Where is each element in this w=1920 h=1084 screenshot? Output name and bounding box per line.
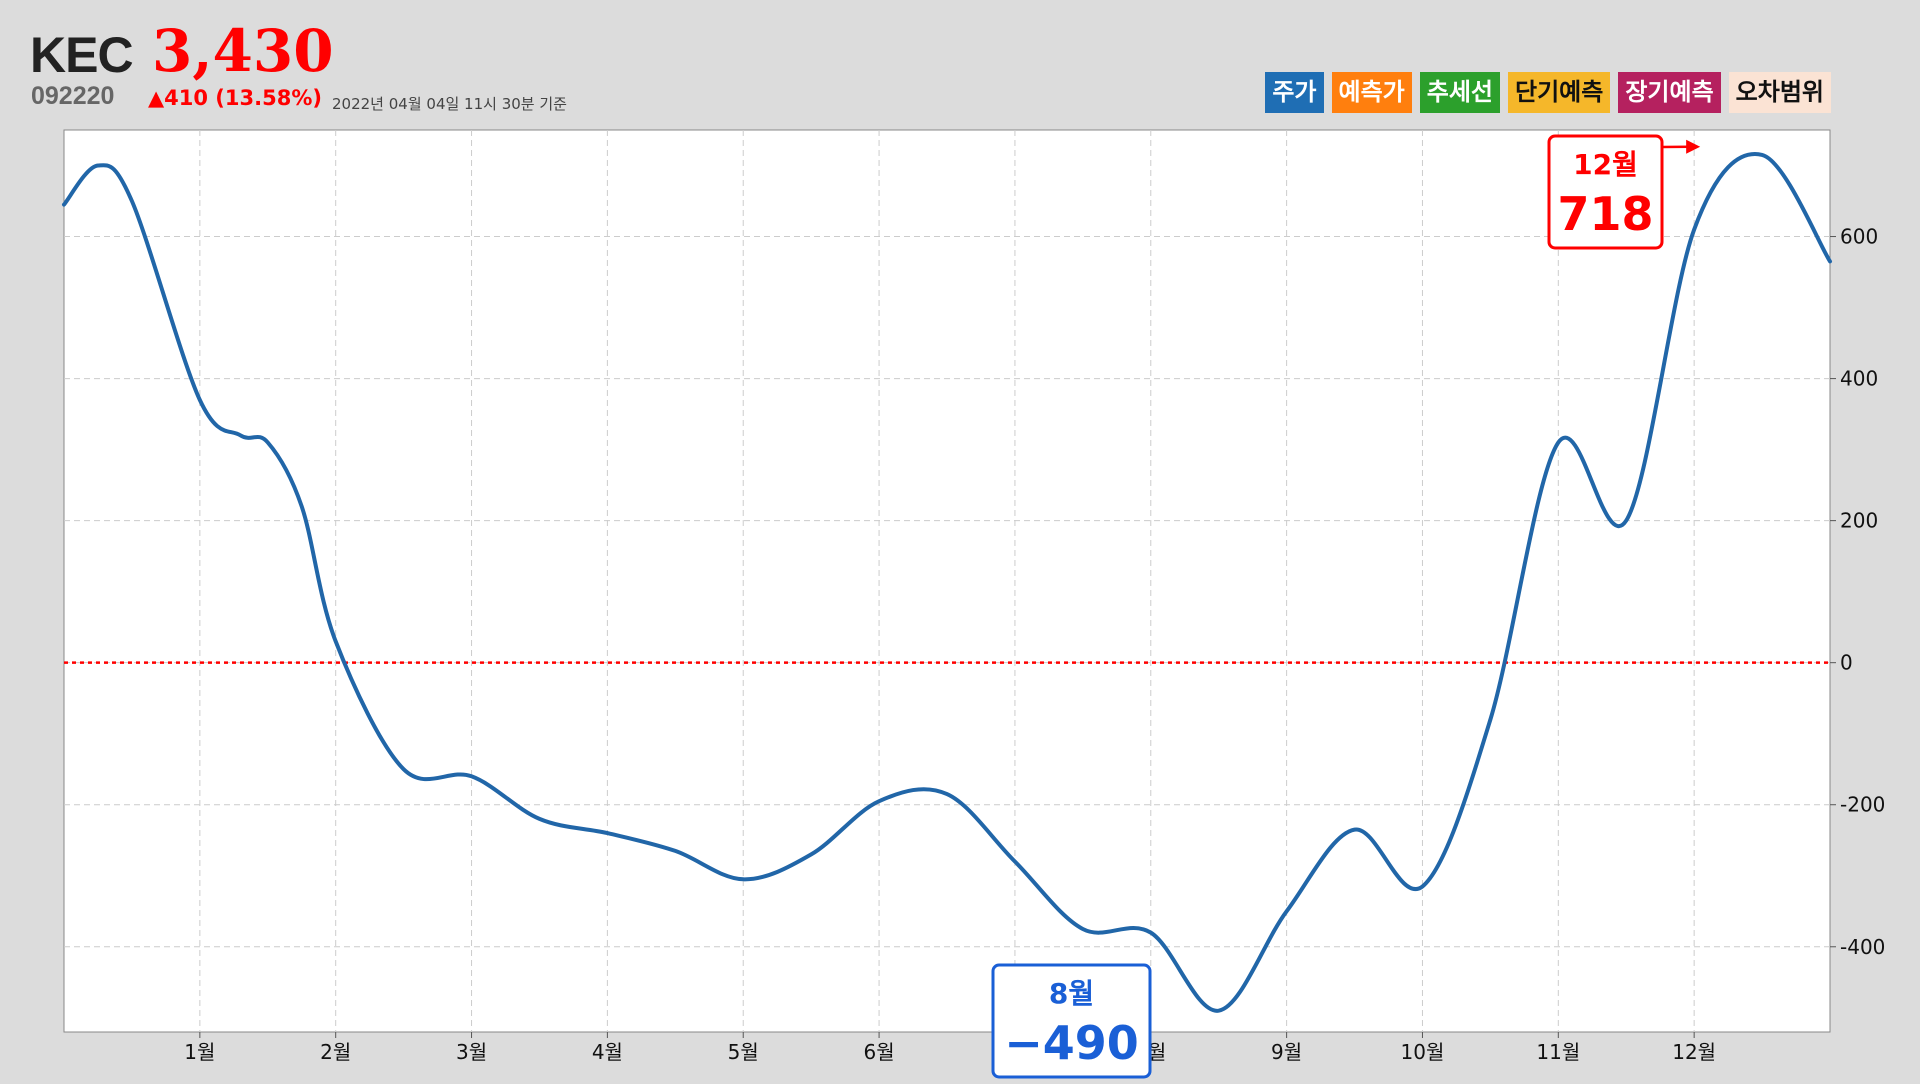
x-tick-label: 12월 [1672,1040,1716,1064]
y-tick-label: 600 [1840,225,1878,249]
chart-area: 1월2월3월4월5월6월7월8월9월10월11월12월 -400-2000200… [0,0,1920,1080]
annotation-label: 8월 [1049,977,1094,1010]
annotation-value: 718 [1557,187,1653,241]
y-axis: -400 -200 0 200 400 600 [1830,225,1885,959]
annotation-value: −490 [1004,1016,1139,1070]
x-tick-label: 10월 [1401,1040,1445,1064]
y-tick-label: -400 [1840,935,1885,959]
x-tick-label: 4월 [592,1040,623,1064]
line-chart: 1월2월3월4월5월6월7월8월9월10월11월12월 -400-2000200… [0,0,1920,1080]
x-tick-label: 5월 [728,1040,759,1064]
x-axis: 1월2월3월4월5월6월7월8월9월10월11월12월 [184,1032,1716,1064]
x-tick-label: 1월 [184,1040,215,1064]
x-tick-label: 11월 [1536,1040,1580,1064]
x-tick-label: 9월 [1271,1040,1302,1064]
y-tick-label: 0 [1840,651,1853,675]
y-tick-label: -200 [1840,793,1885,817]
annotation-label: 12월 [1573,148,1638,181]
x-tick-label: 6월 [864,1040,895,1064]
x-tick-label: 3월 [456,1040,487,1064]
y-tick-label: 400 [1840,367,1878,391]
y-tick-label: 200 [1840,509,1878,533]
x-tick-label: 2월 [320,1040,351,1064]
plot-background [64,130,1830,1032]
min-annotation: 8월 −490 [993,965,1151,1077]
